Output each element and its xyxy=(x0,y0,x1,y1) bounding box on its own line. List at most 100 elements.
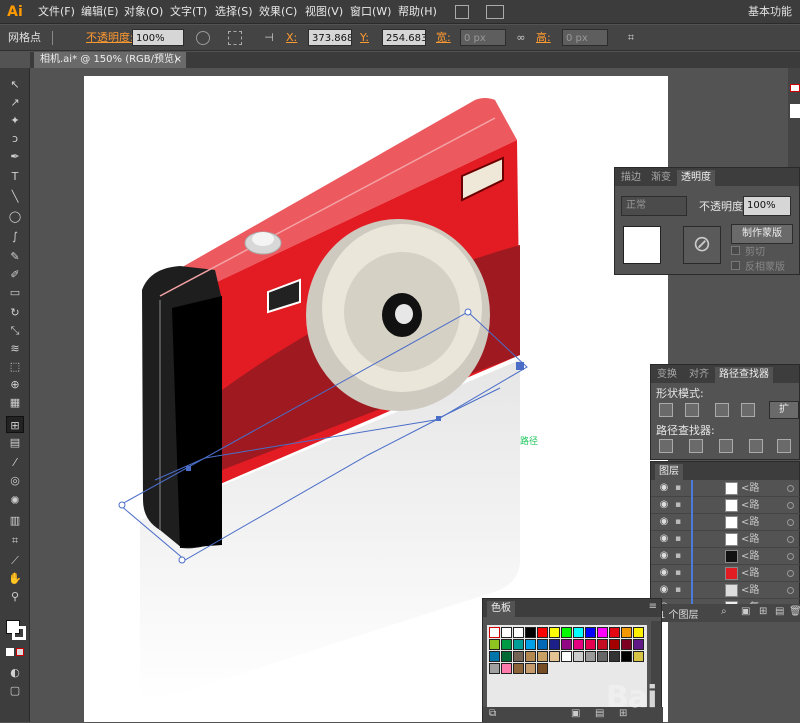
new-layer-icon[interactable]: ▤ xyxy=(775,606,784,617)
tab-transform[interactable]: 变换 xyxy=(657,367,677,383)
color-swatch[interactable] xyxy=(549,651,560,662)
transparency-opacity-field[interactable]: 100% xyxy=(743,196,791,216)
target-icon[interactable] xyxy=(787,519,794,526)
none-swatch[interactable] xyxy=(489,627,500,638)
color-swatch[interactable] xyxy=(525,663,536,674)
new-sublayer-icon[interactable]: ⊞ xyxy=(759,606,767,617)
divide-icon[interactable] xyxy=(659,439,673,453)
color-swatch[interactable] xyxy=(525,651,536,662)
lock-icon[interactable]: ▪ xyxy=(675,498,685,512)
delete-layer-icon[interactable]: 🗑 xyxy=(789,606,800,617)
merge-icon[interactable] xyxy=(719,439,733,453)
target-icon[interactable] xyxy=(787,553,794,560)
color-swatch[interactable] xyxy=(501,663,512,674)
color-swatch[interactable] xyxy=(621,639,632,650)
tab-transparency[interactable]: 透明度 xyxy=(677,170,715,186)
expand-button[interactable]: 扩 xyxy=(769,401,799,419)
lock-icon[interactable]: ▪ xyxy=(675,566,685,580)
registration-swatch[interactable] xyxy=(501,627,512,638)
color-swatch[interactable] xyxy=(621,651,632,662)
intersect-icon[interactable] xyxy=(715,403,729,417)
path-anchor[interactable] xyxy=(118,501,126,509)
color-swatch[interactable] xyxy=(549,627,560,638)
panel-menu-icon[interactable]: ≡ xyxy=(649,601,657,612)
eye-icon[interactable]: ◉ xyxy=(658,515,670,529)
color-swatch[interactable] xyxy=(633,627,644,638)
color-swatch[interactable] xyxy=(489,663,500,674)
eye-icon[interactable]: ◉ xyxy=(658,583,670,597)
trim-icon[interactable] xyxy=(689,439,703,453)
layer-row[interactable]: ◉ ▪ <路 xyxy=(651,497,800,514)
target-icon[interactable] xyxy=(787,485,794,492)
dock-swatch-icon[interactable] xyxy=(790,84,800,92)
eye-icon[interactable]: ◉ xyxy=(658,498,670,512)
crop-icon[interactable] xyxy=(749,439,763,453)
clipping-mask-icon[interactable]: ▣ xyxy=(741,606,750,617)
color-swatch[interactable] xyxy=(573,651,584,662)
eye-icon[interactable]: ◉ xyxy=(658,532,670,546)
invert-mask-checkbox[interactable] xyxy=(731,261,740,270)
swatch-options-icon[interactable]: ▤ xyxy=(595,708,604,719)
black-swatch[interactable] xyxy=(525,627,536,638)
color-swatch[interactable] xyxy=(621,627,632,638)
target-icon[interactable] xyxy=(787,570,794,577)
layer-row[interactable]: ◉ ▪ <路 xyxy=(651,582,800,599)
path-anchor[interactable] xyxy=(186,466,191,471)
color-swatch[interactable] xyxy=(597,639,608,650)
color-swatch[interactable] xyxy=(537,651,548,662)
color-swatch[interactable] xyxy=(609,651,620,662)
clip-checkbox[interactable] xyxy=(731,246,740,255)
path-anchor[interactable] xyxy=(516,362,524,370)
eye-icon[interactable]: ◉ xyxy=(658,549,670,563)
color-swatch[interactable] xyxy=(513,663,524,674)
blend-mode-select[interactable]: 正常 xyxy=(621,196,687,216)
make-mask-button[interactable]: 制作蒙版 xyxy=(731,224,793,244)
eye-icon[interactable]: ◉ xyxy=(658,481,670,495)
color-swatch[interactable] xyxy=(597,627,608,638)
object-thumbnail[interactable] xyxy=(623,226,661,264)
color-swatch[interactable] xyxy=(537,663,548,674)
exclude-icon[interactable] xyxy=(741,403,755,417)
color-swatch[interactable] xyxy=(489,639,500,650)
lock-icon[interactable]: ▪ xyxy=(675,515,685,529)
color-swatch[interactable] xyxy=(597,651,608,662)
color-swatch[interactable] xyxy=(537,627,548,638)
color-swatch[interactable] xyxy=(573,639,584,650)
layer-row[interactable]: ◉ ▪ <路 xyxy=(651,480,800,497)
color-swatch[interactable] xyxy=(489,651,500,662)
color-swatch[interactable] xyxy=(501,651,512,662)
layer-row[interactable]: ◉ ▪ <路 xyxy=(651,531,800,548)
locate-object-icon[interactable]: ⌕ xyxy=(721,606,727,617)
tab-pathfinder[interactable]: 路径查找器 xyxy=(715,367,773,383)
lock-icon[interactable]: ▪ xyxy=(675,481,685,495)
color-swatch[interactable] xyxy=(561,627,572,638)
target-icon[interactable] xyxy=(787,587,794,594)
color-swatch[interactable] xyxy=(501,639,512,650)
path-anchor[interactable] xyxy=(436,416,441,421)
layer-row[interactable]: ◉ ▪ <路 xyxy=(651,565,800,582)
color-swatch[interactable] xyxy=(633,651,644,662)
tab-swatches[interactable]: 色板 xyxy=(487,601,515,617)
tab-stroke[interactable]: 描边 xyxy=(621,170,641,186)
white-swatch[interactable] xyxy=(513,627,524,638)
dock-panel-icon[interactable] xyxy=(790,104,800,118)
color-swatch[interactable] xyxy=(585,627,596,638)
tab-layers[interactable]: 图层 xyxy=(655,464,683,480)
outline-icon[interactable] xyxy=(777,439,791,453)
color-swatch[interactable] xyxy=(609,639,620,650)
color-swatch[interactable] xyxy=(561,651,572,662)
target-icon[interactable] xyxy=(787,502,794,509)
color-swatch[interactable] xyxy=(633,639,644,650)
unite-icon[interactable] xyxy=(659,403,673,417)
color-swatch[interactable] xyxy=(513,639,524,650)
eye-icon[interactable]: ◉ xyxy=(658,566,670,580)
tab-align[interactable]: 对齐 xyxy=(689,367,709,383)
color-swatch[interactable] xyxy=(525,639,536,650)
target-icon[interactable] xyxy=(787,536,794,543)
color-swatch[interactable] xyxy=(573,627,584,638)
color-swatch[interactable] xyxy=(513,651,524,662)
lock-icon[interactable]: ▪ xyxy=(675,532,685,546)
lock-icon[interactable]: ▪ xyxy=(675,549,685,563)
color-swatch[interactable] xyxy=(585,639,596,650)
layer-row[interactable]: ◉ ▪ <路 xyxy=(651,548,800,565)
